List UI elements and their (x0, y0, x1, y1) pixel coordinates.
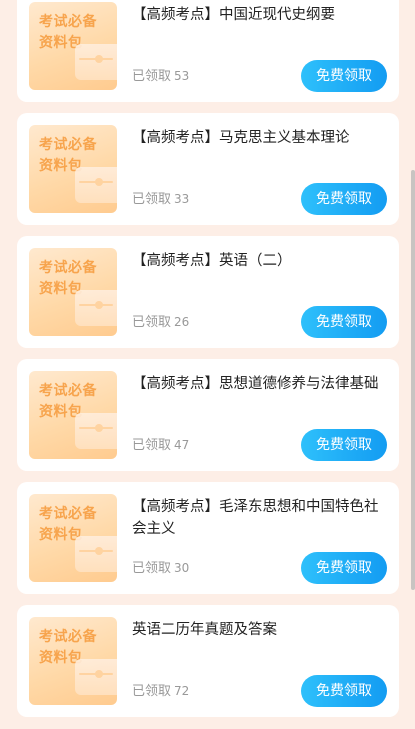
material-thumbnail: 考试必备 资料包 (29, 371, 117, 459)
list-item[interactable]: 考试必备 资料包 【高频考点】思想道德修养与法律基础 已领取 47 免费领取 (17, 359, 399, 471)
list-item[interactable]: 考试必备 资料包 【高频考点】中国近现代史纲要 已领取 53 免费领取 (17, 0, 399, 102)
book-icon (75, 659, 117, 695)
claimed-info: 已领取 47 (132, 434, 189, 453)
free-claim-button[interactable]: 免费领取 (301, 675, 387, 707)
free-claim-button[interactable]: 免费领取 (301, 306, 387, 338)
claimed-label: 已领取 (132, 192, 172, 207)
book-icon (75, 413, 117, 449)
claimed-count: 30 (174, 561, 190, 575)
claimed-count: 53 (174, 69, 190, 83)
material-thumbnail: 考试必备 资料包 (29, 2, 117, 90)
item-title: 【高频考点】中国近现代史纲要 (132, 7, 335, 23)
material-thumbnail: 考试必备 资料包 (29, 125, 117, 213)
item-title: 【高频考点】英语（二） (132, 253, 292, 269)
claimed-info: 已领取 26 (132, 311, 189, 330)
material-list: 考试必备 资料包 【高频考点】中国近现代史纲要 已领取 53 免费领取 考试必备 … (17, 0, 399, 728)
claimed-label: 已领取 (132, 315, 172, 330)
claimed-info: 已领取 30 (132, 557, 189, 576)
claimed-count: 47 (174, 438, 190, 452)
material-thumbnail: 考试必备 资料包 (29, 494, 117, 582)
free-claim-button[interactable]: 免费领取 (301, 429, 387, 461)
material-thumbnail: 考试必备 资料包 (29, 248, 117, 336)
list-item[interactable]: 考试必备 资料包 【高频考点】英语（二） 已领取 26 免费领取 (17, 236, 399, 348)
free-claim-button[interactable]: 免费领取 (301, 552, 387, 584)
claimed-info: 已领取 53 (132, 65, 189, 84)
claimed-label: 已领取 (132, 684, 172, 699)
list-item[interactable]: 考试必备 资料包 【高频考点】马克思主义基本理论 已领取 33 免费领取 (17, 113, 399, 225)
scrollbar[interactable] (411, 170, 415, 590)
book-icon (75, 536, 117, 572)
claimed-label: 已领取 (132, 69, 172, 84)
book-icon (75, 167, 117, 203)
item-title: 【高频考点】毛泽东思想和中国特色社会主义 (132, 499, 379, 537)
claimed-info: 已领取 33 (132, 188, 189, 207)
free-claim-button[interactable]: 免费领取 (301, 60, 387, 92)
item-title: 【高频考点】思想道德修养与法律基础 (132, 376, 379, 392)
claimed-count: 26 (174, 315, 190, 329)
claimed-info: 已领取 72 (132, 680, 189, 699)
free-claim-button[interactable]: 免费领取 (301, 183, 387, 215)
book-icon (75, 44, 117, 80)
claimed-count: 72 (174, 684, 190, 698)
claimed-count: 33 (174, 192, 190, 206)
claimed-label: 已领取 (132, 438, 172, 453)
list-item[interactable]: 考试必备 资料包 英语二历年真题及答案 已领取 72 免费领取 (17, 605, 399, 717)
item-title: 英语二历年真题及答案 (132, 622, 277, 638)
material-thumbnail: 考试必备 资料包 (29, 617, 117, 705)
list-item[interactable]: 考试必备 资料包 【高频考点】毛泽东思想和中国特色社会主义 已领取 30 免费领取 (17, 482, 399, 594)
claimed-label: 已领取 (132, 561, 172, 576)
item-title: 【高频考点】马克思主义基本理论 (132, 130, 350, 146)
book-icon (75, 290, 117, 326)
